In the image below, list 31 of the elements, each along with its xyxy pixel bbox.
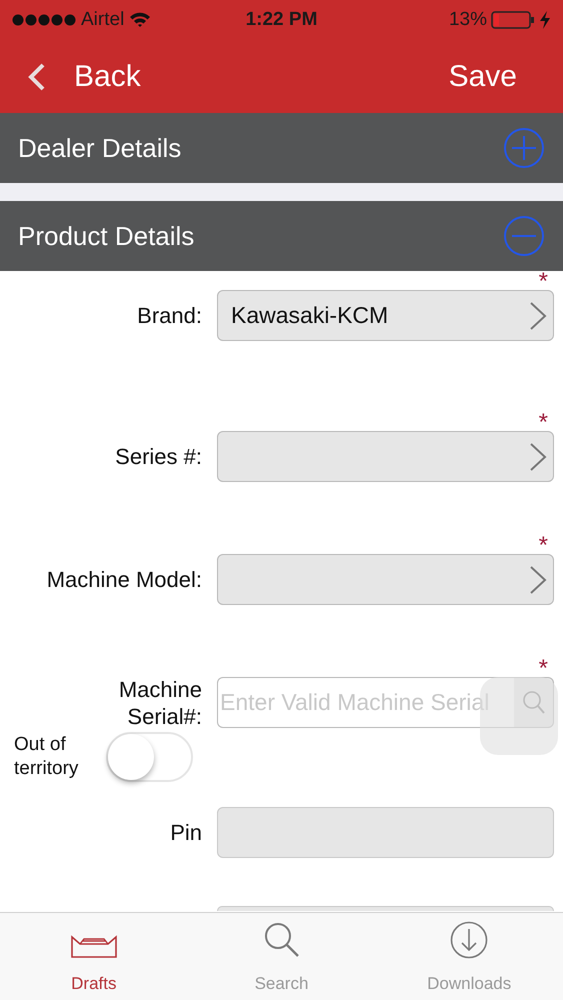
field-label: Series #: [114,442,203,470]
text-field[interactable] [217,807,554,858]
toggle-switch[interactable] [106,732,193,782]
battery-icon [491,10,535,30]
required-mark: * [538,534,548,558]
chevron-left-icon [26,62,46,92]
tray-icon [70,934,118,958]
section-header[interactable]: Dealer Details [0,113,563,183]
save-button[interactable]: Save [448,54,537,99]
status-time: 1:22 PM [244,8,318,32]
dropdown-field[interactable] [217,554,554,605]
field-label: Pin [169,818,203,846]
section-header[interactable]: Product Details [0,201,563,271]
toggle-label: Out of territory [14,732,80,780]
charging-icon [539,10,551,30]
back-button[interactable]: Back [26,54,141,99]
field-label: Brand: [136,302,203,330]
carrier-text: Airtel [81,8,124,32]
dropdown-field[interactable] [217,431,554,482]
text-field[interactable] [217,906,554,911]
wifi-icon [129,12,152,28]
signal-icon [12,14,76,26]
search-icon [262,920,300,958]
required-mark: * [538,411,548,435]
field-label: Machine Serial#: [118,677,203,728]
download-icon [450,920,488,958]
battery-text: 13% [448,8,487,32]
tab-bar-item[interactable]: Drafts [0,913,188,1000]
dropdown-field[interactable]: Kawasaki-KCM [217,290,554,341]
required-mark: * [538,657,548,681]
field-label: Machine Model: [46,566,203,594]
